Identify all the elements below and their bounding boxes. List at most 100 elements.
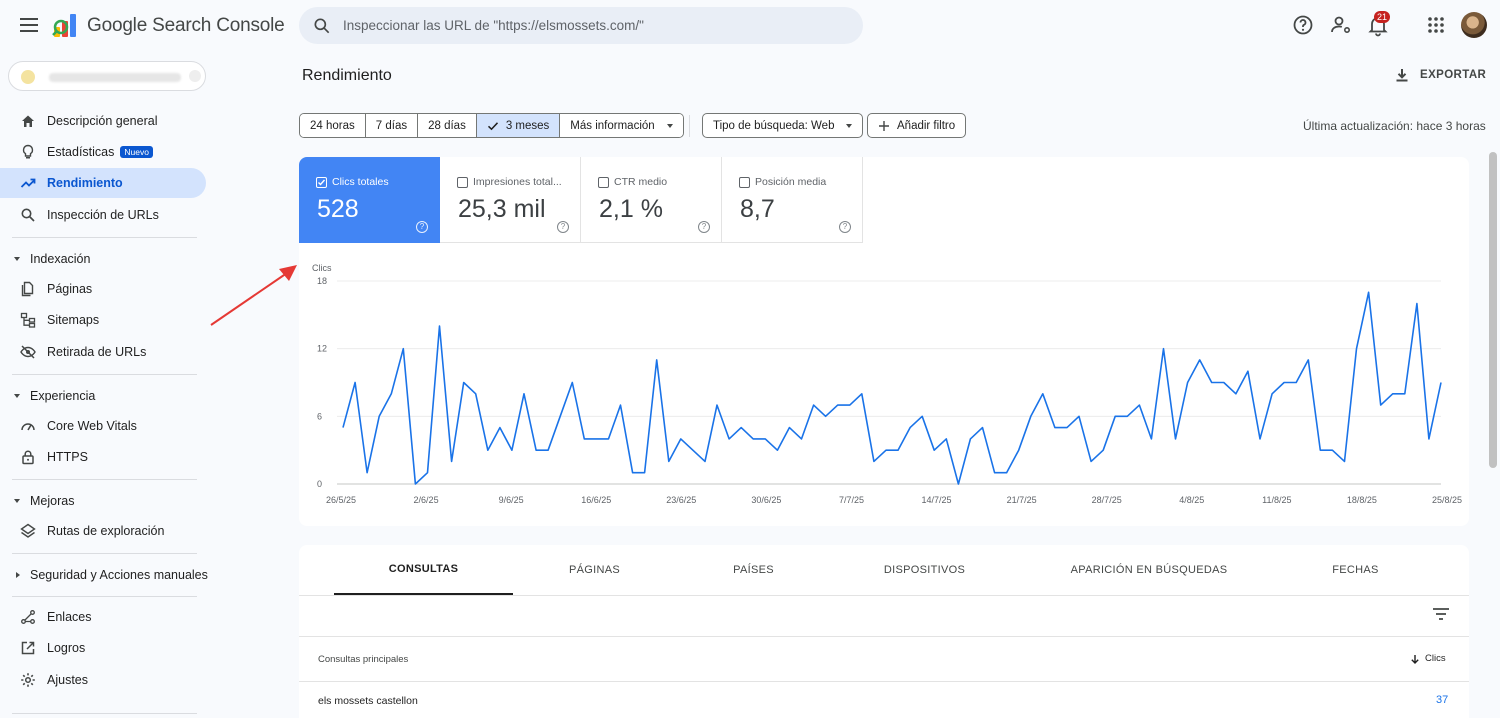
sidebar-item-links[interactable]: Enlaces — [12, 602, 206, 632]
sidebar-item-pages[interactable]: Páginas — [12, 274, 206, 304]
x-tick-label: 30/6/25 — [751, 495, 781, 505]
sidebar-item-core-web-vitals[interactable]: Core Web Vitals — [12, 411, 206, 441]
help-icon[interactable]: ? — [698, 221, 710, 233]
x-tick-label: 28/7/25 — [1092, 495, 1122, 505]
checkbox-icon[interactable] — [739, 176, 750, 188]
x-tick-label: 14/7/25 — [922, 495, 952, 505]
toolbar-separator — [689, 115, 690, 137]
metric-value: 8,7 — [740, 195, 775, 223]
url-inspect-search[interactable] — [299, 7, 863, 44]
property-selector[interactable] — [8, 61, 206, 91]
x-tick-label: 25/8/25 — [1432, 495, 1462, 505]
sidebar-item-label: Descripción general — [47, 114, 158, 128]
y-tick-label: 18 — [317, 276, 327, 286]
sidebar-divider — [12, 553, 197, 554]
filter-icon[interactable] — [1432, 607, 1450, 621]
red-arrow-annotation-icon — [210, 265, 297, 326]
sidebar-section-security[interactable]: Seguridad y Acciones manuales — [14, 568, 208, 582]
range-label: 28 días — [428, 119, 466, 132]
search-input[interactable] — [343, 7, 843, 44]
sidebar-divider — [12, 374, 197, 375]
metric-average-position[interactable]: Posición media 8,7 ? — [722, 157, 863, 243]
search-type-label: Tipo de búsqueda: Web — [713, 119, 835, 132]
sidebar-item-settings[interactable]: Ajustes — [12, 665, 206, 695]
tab-countries[interactable]: PAÍSES — [664, 545, 843, 595]
add-filter-label: Añadir filtro — [897, 119, 956, 132]
more-info-dropdown[interactable]: Más información — [560, 114, 683, 137]
range-24h-button[interactable]: 24 horas — [300, 114, 366, 137]
metric-label-row: Impresiones total... — [457, 176, 562, 188]
column-header-clicks[interactable]: Clics — [1410, 653, 1446, 664]
x-tick-label: 23/6/25 — [666, 495, 696, 505]
sidebar-divider — [12, 713, 197, 714]
search-type-dropdown[interactable]: Tipo de búsqueda: Web — [702, 113, 864, 138]
x-tick-label: 11/8/25 — [1262, 495, 1291, 505]
sidebar-divider — [12, 596, 197, 597]
sidebar-item-label: Inspección de URLs — [47, 208, 159, 222]
tab-search-appearance[interactable]: APARICIÓN EN BÚSQUEDAS — [1039, 545, 1259, 595]
metric-value: 2,1 % — [599, 195, 663, 223]
help-icon[interactable] — [1291, 13, 1315, 37]
section-label: Indexación — [30, 252, 91, 266]
checkbox-icon[interactable] — [598, 176, 609, 188]
table-cell-query[interactable]: els mossets castellon — [318, 695, 418, 707]
sidebar-item-https[interactable]: HTTPS — [12, 442, 206, 472]
checkbox-icon[interactable] — [457, 176, 468, 188]
metric-label: CTR medio — [614, 176, 668, 188]
clicks-line-chart: Clics 0 6 12 18 26/5/25 2/6/25 9/6/25 16/6/25 23/… — [312, 263, 1462, 505]
sidebar-section-enhancements[interactable]: Mejoras — [14, 494, 74, 508]
metric-average-ctr[interactable]: CTR medio 2,1 % ? — [581, 157, 722, 243]
sidebar-item-performance[interactable]: Rendimiento — [0, 168, 206, 198]
help-icon[interactable]: ? — [839, 221, 851, 233]
details-table-card: CONSULTAS PÁGINAS PAÍSES DISPOSITIVOS AP… — [299, 545, 1469, 718]
x-tick-label: 16/6/25 — [581, 495, 611, 505]
x-tick-label: 4/8/25 — [1179, 495, 1204, 505]
sidebar-section-experience[interactable]: Experiencia — [14, 389, 95, 403]
caret-down-icon — [666, 123, 673, 128]
metric-value: 25,3 mil — [458, 195, 546, 223]
help-icon[interactable]: ? — [557, 221, 569, 233]
metric-total-clicks[interactable]: Clics totales 528 ? — [299, 157, 440, 243]
menu-icon[interactable] — [18, 14, 40, 36]
sidebar-item-breadcrumbs[interactable]: Rutas de exploración — [12, 516, 206, 546]
add-filter-button[interactable]: Añadir filtro — [867, 113, 967, 138]
tab-dates[interactable]: FECHAS — [1266, 545, 1445, 595]
tab-devices[interactable]: DISPOSITIVOS — [835, 545, 1014, 595]
manage-accounts-icon[interactable] — [1329, 13, 1353, 37]
range-28d-button[interactable]: 28 días — [418, 114, 477, 137]
checkbox-checked-icon[interactable] — [316, 176, 327, 188]
sidebar-item-achievements[interactable]: Logros — [12, 633, 206, 663]
range-3m-button[interactable]: 3 meses — [476, 114, 561, 137]
search-icon — [21, 208, 35, 222]
apps-grid-icon[interactable] — [1424, 13, 1448, 37]
sidebar-item-sitemaps[interactable]: Sitemaps — [12, 305, 206, 335]
x-tick-label: 21/7/25 — [1007, 495, 1037, 505]
sidebar-item-overview[interactable]: Descripción general — [12, 106, 206, 136]
section-label: Seguridad y Acciones manuales — [30, 568, 208, 582]
range-7d-button[interactable]: 7 días — [365, 114, 419, 137]
sidebar-item-insights[interactable]: Estadísticas Nuevo — [12, 137, 206, 167]
sidebar-divider — [12, 237, 197, 238]
sidebar-item-removals[interactable]: Retirada de URLs — [12, 337, 206, 367]
export-button[interactable]: EXPORTAR — [1394, 67, 1486, 83]
plus-icon — [879, 120, 889, 131]
property-url-blurred — [49, 73, 181, 82]
tab-queries[interactable]: CONSULTAS — [334, 545, 513, 595]
metric-label: Impresiones total... — [473, 176, 562, 188]
tabs-divider — [299, 595, 1469, 596]
sidebar-item-url-inspection[interactable]: Inspección de URLs — [12, 200, 206, 230]
check-icon — [487, 121, 498, 130]
visibility-off-icon — [20, 345, 36, 359]
avatar[interactable] — [1461, 12, 1487, 38]
export-label: EXPORTAR — [1420, 69, 1487, 81]
metric-total-impressions[interactable]: Impresiones total... 25,3 mil ? — [440, 157, 581, 243]
tab-pages[interactable]: PÁGINAS — [505, 545, 684, 595]
x-tick-label: 2/6/25 — [414, 495, 439, 505]
range-label: 3 meses — [505, 119, 550, 132]
metric-label: Posición media — [755, 176, 827, 188]
page-scrollbar[interactable] — [1489, 152, 1497, 468]
y-tick-label: 12 — [317, 344, 327, 354]
help-icon[interactable]: ? — [416, 221, 428, 233]
sidebar-section-indexing[interactable]: Indexación — [14, 252, 90, 266]
caret-right-icon — [16, 572, 20, 578]
